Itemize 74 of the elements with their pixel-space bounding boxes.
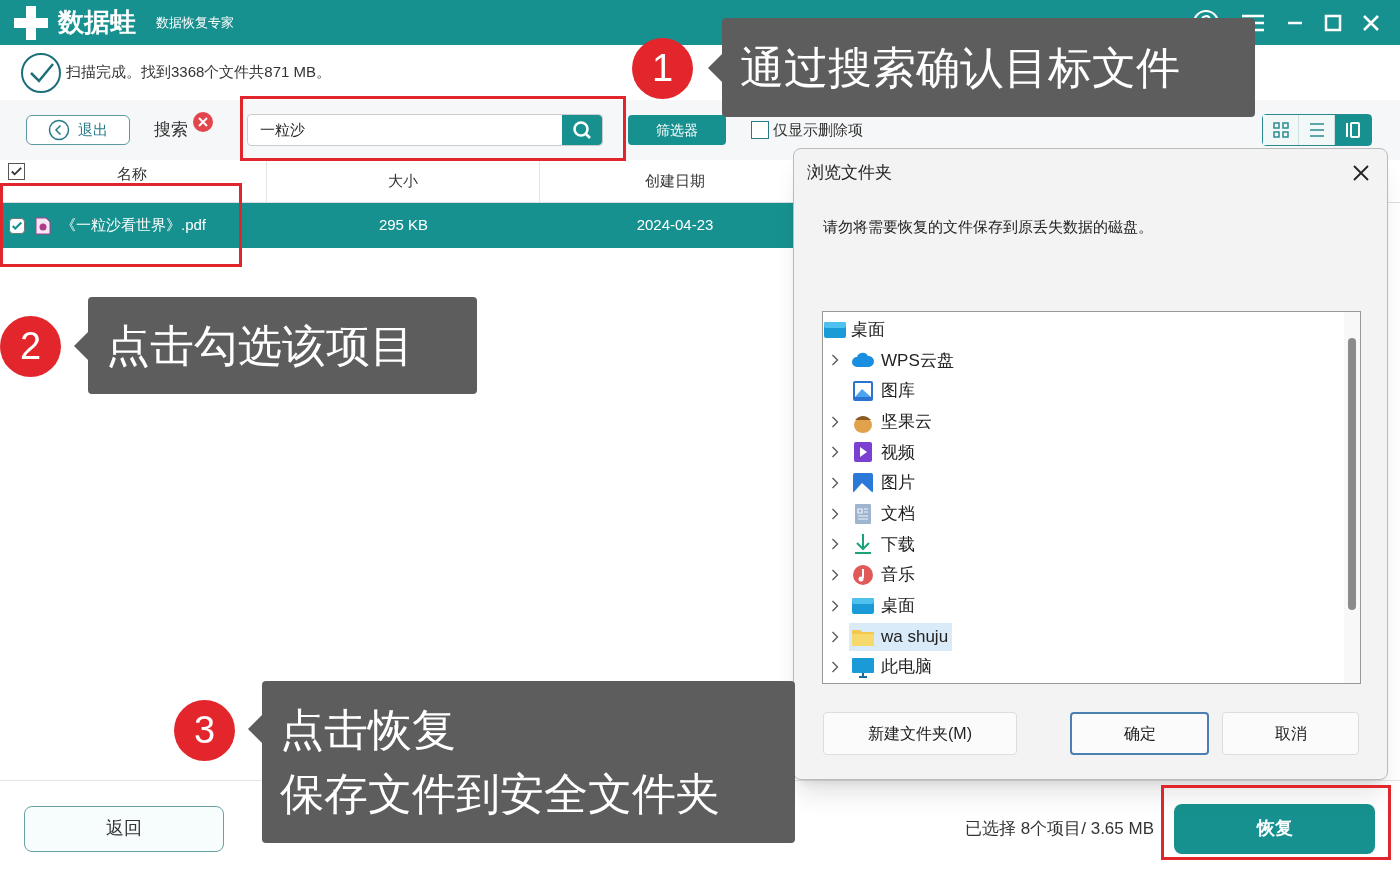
exit-button[interactable]: 退出	[26, 115, 130, 145]
file-size: 295 KB	[378, 216, 429, 234]
music-icon	[851, 563, 875, 588]
search-field[interactable]: 一粒沙	[247, 114, 603, 146]
view-toggle-button[interactable]	[1299, 115, 1335, 145]
callout-pointer	[708, 52, 723, 83]
row-checkbox[interactable]	[9, 217, 25, 234]
check-icon	[10, 165, 23, 178]
chevron-right-icon[interactable]	[831, 538, 839, 551]
tree-item[interactable]: 图库	[849, 377, 919, 406]
check-icon	[11, 219, 23, 232]
callout-pointer	[248, 714, 263, 744]
scrollbar[interactable]	[1344, 312, 1360, 683]
annotation-tooltip: 点击恢复 保存文件到安全文件夹	[262, 681, 795, 843]
file-name: 《一粒沙看世界》.pdf	[61, 215, 207, 236]
search-icon[interactable]	[562, 115, 602, 145]
back-button[interactable]: 返回	[24, 805, 224, 852]
video-icon	[851, 440, 875, 465]
tree-item[interactable]: 桌面	[849, 591, 919, 620]
tree-item[interactable]: 音乐	[849, 561, 919, 590]
chevron-right-icon[interactable]	[831, 477, 839, 490]
select-all-checkbox[interactable]	[8, 163, 25, 180]
tree-item[interactable]: WPS云盘	[849, 346, 958, 375]
filter-button[interactable]: 筛选器	[628, 115, 726, 145]
tree-item[interactable]: 桌面	[823, 315, 1344, 345]
column-header[interactable]: 大小	[388, 169, 418, 193]
callout-pointer	[74, 330, 89, 361]
step-number-badge: 1	[632, 38, 693, 99]
step-number-badge: 2	[0, 316, 61, 377]
chevron-right-icon[interactable]	[831, 446, 839, 459]
dialog-title: 浏览文件夹	[807, 162, 892, 185]
cross-logo-icon	[12, 3, 50, 42]
gallery-icon	[851, 379, 875, 404]
step-number-badge: 3	[174, 700, 235, 761]
clear-icon[interactable]	[192, 111, 214, 133]
recover-button[interactable]: 恢复	[1174, 803, 1375, 854]
dialog-button[interactable]: 确定	[1070, 712, 1209, 755]
search-label: 搜索	[154, 119, 188, 142]
app-logo-text: 数据蛙	[58, 6, 136, 39]
scan-status-text: 扫描完成。找到3368个文件共871 MB。	[66, 62, 332, 83]
monitor-icon	[851, 655, 875, 680]
pdf-file-icon	[35, 216, 51, 235]
deleted-only-label: 仅显示删除项	[773, 119, 863, 140]
column-header[interactable]: 名称	[117, 163, 147, 186]
annotation-tooltip: 通过搜索确认目标文件	[722, 18, 1255, 117]
chevron-right-icon[interactable]	[831, 661, 839, 674]
app-subtitle: 数据恢复专家	[156, 13, 234, 32]
chevron-right-icon[interactable]	[831, 507, 839, 520]
tree-item[interactable]: 此电脑	[849, 653, 936, 682]
dialog-message: 请勿将需要恢复的文件保存到原丢失数据的磁盘。	[823, 218, 1153, 235]
chevron-right-icon[interactable]	[831, 569, 839, 582]
tree-item[interactable]: 坚果云	[849, 407, 936, 436]
maximize-icon[interactable]	[1324, 13, 1342, 32]
dialog-button[interactable]: 取消	[1222, 712, 1359, 755]
check-circle-icon	[20, 51, 62, 94]
tree-item[interactable]: 视频	[849, 438, 919, 467]
picture-icon	[851, 471, 875, 496]
file-date: 2024-04-23	[636, 216, 714, 234]
column-header[interactable]: 创建日期	[645, 169, 705, 193]
chevron-right-icon[interactable]	[831, 630, 839, 643]
close-icon[interactable]	[1352, 164, 1370, 182]
tree-item[interactable]: 下载	[849, 530, 919, 559]
checkbox[interactable]	[751, 121, 769, 139]
selection-summary: 已选择 8个项目/ 3.65 MB	[965, 817, 1154, 840]
tree-item[interactable]: wa shuju	[849, 622, 953, 651]
chevron-right-icon[interactable]	[831, 354, 839, 367]
tree-item[interactable]: 图片	[849, 469, 919, 498]
view-toggle-button[interactable]	[1263, 115, 1299, 145]
tree-item[interactable]: 文档	[849, 499, 919, 528]
view-toggle-button[interactable]	[1335, 115, 1371, 145]
chevron-right-icon[interactable]	[831, 415, 839, 428]
chevron-right-icon[interactable]	[831, 599, 839, 612]
dialog-button[interactable]: 新建文件夹(M)	[823, 712, 1017, 755]
annotation-tooltip: 点击勾选该项目	[88, 297, 477, 394]
